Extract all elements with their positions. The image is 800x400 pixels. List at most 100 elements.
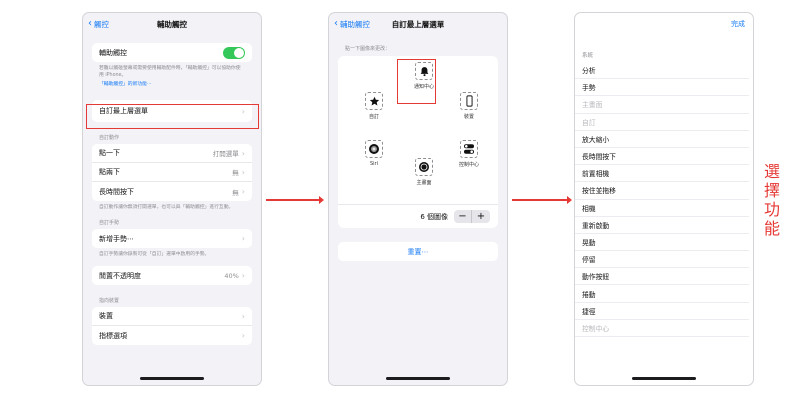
back-button[interactable]: ‹ 輔助觸控 [334, 13, 370, 35]
reset-label: 重置⋯ [407, 247, 429, 256]
pointer-options-row[interactable]: 指標選項 › [92, 326, 252, 345]
list-item-label: 捲動 [582, 290, 596, 299]
increase-button[interactable]: + [472, 210, 490, 223]
decrease-button[interactable]: − [454, 210, 472, 223]
home-indicator [386, 377, 450, 380]
toggles-icon [460, 140, 478, 158]
chevron-left-icon: ‹ [88, 18, 92, 29]
pointer-devices-header: 指向裝置 [99, 298, 120, 304]
list-item-label: 晃動 [582, 238, 596, 247]
devices-row[interactable]: 裝置 › [92, 307, 252, 326]
list-item-label: 相機 [582, 204, 596, 213]
icon-count-stepper: − + [454, 210, 490, 223]
slot-device[interactable]: 裝置 [454, 92, 484, 120]
done-button[interactable]: 完成 [731, 13, 745, 35]
list-item-label: 自訂 [582, 118, 596, 127]
list-item-label: 前置相機 [582, 170, 610, 179]
list-item[interactable]: 捲動 [575, 285, 749, 303]
list-item-label: 停留 [582, 256, 596, 265]
custom-actions-footer: 自訂動作讓你無須打開選單，也可以與「輔助觸控」進行互動。 [99, 205, 234, 210]
new-gesture-label: 新增手勢⋯ [99, 234, 134, 243]
action-label: 點兩下 [99, 168, 120, 176]
list-item-label: 手勢 [582, 84, 596, 93]
custom-gestures-group: 新增手勢⋯ › [92, 229, 252, 248]
custom-gestures-header: 自訂手勢 [99, 220, 120, 226]
slot-label: 裝置 [463, 114, 474, 120]
list-item[interactable]: 前置相機 [575, 165, 749, 183]
chevron-right-icon: › [241, 271, 245, 280]
chevron-right-icon: › [241, 331, 245, 340]
chevron-left-icon: ‹ [334, 18, 338, 29]
list-item[interactable]: 手勢 [575, 79, 749, 97]
highlight-box [397, 59, 436, 104]
slot-label: 控制中心 [458, 162, 479, 168]
list-item-label: 主畫面 [582, 101, 603, 110]
nav-bar: ‹ 輔助觸控 自訂最上層選單 [329, 13, 507, 35]
new-gesture-row[interactable]: 新增手勢⋯ › [92, 229, 252, 248]
action-label: 點一下 [99, 149, 120, 157]
list-item[interactable]: 停留 [575, 251, 749, 269]
action-row-double-tap[interactable]: 點兩下 無 › [92, 163, 252, 182]
reset-button[interactable]: 重置⋯ [338, 242, 498, 261]
list-item-label: 按住並拖移 [582, 187, 616, 196]
idle-opacity-label: 閒置不透明度 [99, 271, 141, 280]
icon-count-bar: 6 個圖像 − + [338, 204, 498, 228]
idle-opacity-row[interactable]: 閒置不透明度 40% › [92, 266, 252, 285]
back-label: 輔助觸控 [340, 19, 370, 29]
back-button[interactable]: ‹ 觸控 [88, 13, 109, 35]
chevron-right-icon: › [241, 167, 245, 177]
highlight-box [86, 104, 259, 129]
system-section-header: 系統 [582, 53, 594, 59]
nav-bar: 完成 [575, 13, 753, 35]
list-item-label: 重新啟動 [582, 221, 610, 230]
home-indicator [140, 377, 204, 380]
list-item[interactable]: 長時間按下 [575, 148, 749, 166]
whats-new-link[interactable]: 「輔助觸控」的新功能⋯ [83, 79, 261, 88]
idle-opacity-value: 40% [224, 271, 239, 280]
slot-home[interactable]: 主畫面 [409, 158, 439, 186]
list-item[interactable]: 捷徑 [575, 303, 749, 320]
assistive-touch-group: 輔助觸控 [92, 43, 252, 62]
action-row-long-press[interactable]: 長時間按下 無 › [92, 182, 252, 201]
assistive-touch-row: 輔助觸控 [92, 43, 252, 62]
devices-label: 裝置 [99, 312, 113, 320]
list-item: 自訂 [575, 114, 749, 131]
slot-label: Siri [369, 161, 378, 167]
slot-control-center[interactable]: 控制中心 [454, 140, 484, 168]
assistive-touch-label: 輔助觸控 [99, 48, 127, 57]
slot-custom[interactable]: 自訂 [359, 92, 389, 120]
assistive-touch-description: 若難以觸碰螢幕或需要使用輔助配件時，「輔助觸控」可以協助你使用 iPhone。 [99, 66, 241, 78]
list-item[interactable]: 分析 [575, 62, 749, 80]
list-item[interactable]: 放大縮小 [575, 131, 749, 148]
home-button-icon [415, 158, 433, 176]
list-item[interactable]: 按住並拖移 [575, 182, 749, 200]
slot-siri[interactable]: Siri [359, 140, 389, 167]
star-icon [365, 92, 383, 110]
custom-gestures-footer: 自訂手勢讓你錄製可從「自訂」選單中啟用的手勢。 [99, 252, 210, 257]
flow-arrow-1 [266, 196, 324, 204]
list-item[interactable]: 相機 [575, 200, 749, 217]
action-list: 分析 手勢 主畫面 自訂 放大縮小 長時間按下 前置相機 按住並拖移 相機 重新… [575, 62, 753, 337]
assistive-touch-toggle[interactable] [223, 46, 245, 59]
list-item: 控制中心 [575, 320, 749, 337]
slot-label: 自訂 [368, 114, 379, 120]
list-item-label: 控制中心 [582, 324, 610, 333]
action-row-single-tap[interactable]: 點一下 打開選單 › [92, 144, 252, 163]
list-item[interactable]: 晃動 [575, 234, 749, 252]
list-item-label: 捷徑 [582, 307, 596, 316]
back-label: 觸控 [94, 19, 109, 29]
custom-actions-group: 點一下 打開選單 › 點兩下 無 › 長時間按下 無 › [92, 144, 252, 201]
pointer-devices-group: 裝置 › 指標選項 › [92, 307, 252, 345]
action-value: 無 [232, 188, 239, 197]
iphone-icon [460, 92, 478, 110]
tap-icon-hint: 點一下圖像來更改： [345, 46, 391, 52]
idle-opacity-group: 閒置不透明度 40% › [92, 266, 252, 285]
icon-count-label: 6 個圖像 [420, 212, 448, 221]
list-item[interactable]: 動作按鈕 [575, 268, 749, 286]
chevron-right-icon: › [241, 187, 245, 196]
action-value: 打開選單 [212, 150, 239, 158]
flow-arrow-2 [512, 196, 572, 204]
nav-bar: ‹ 觸控 輔助觸控 [83, 13, 261, 35]
list-item[interactable]: 重新啟動 [575, 217, 749, 234]
chevron-right-icon: › [241, 148, 245, 158]
